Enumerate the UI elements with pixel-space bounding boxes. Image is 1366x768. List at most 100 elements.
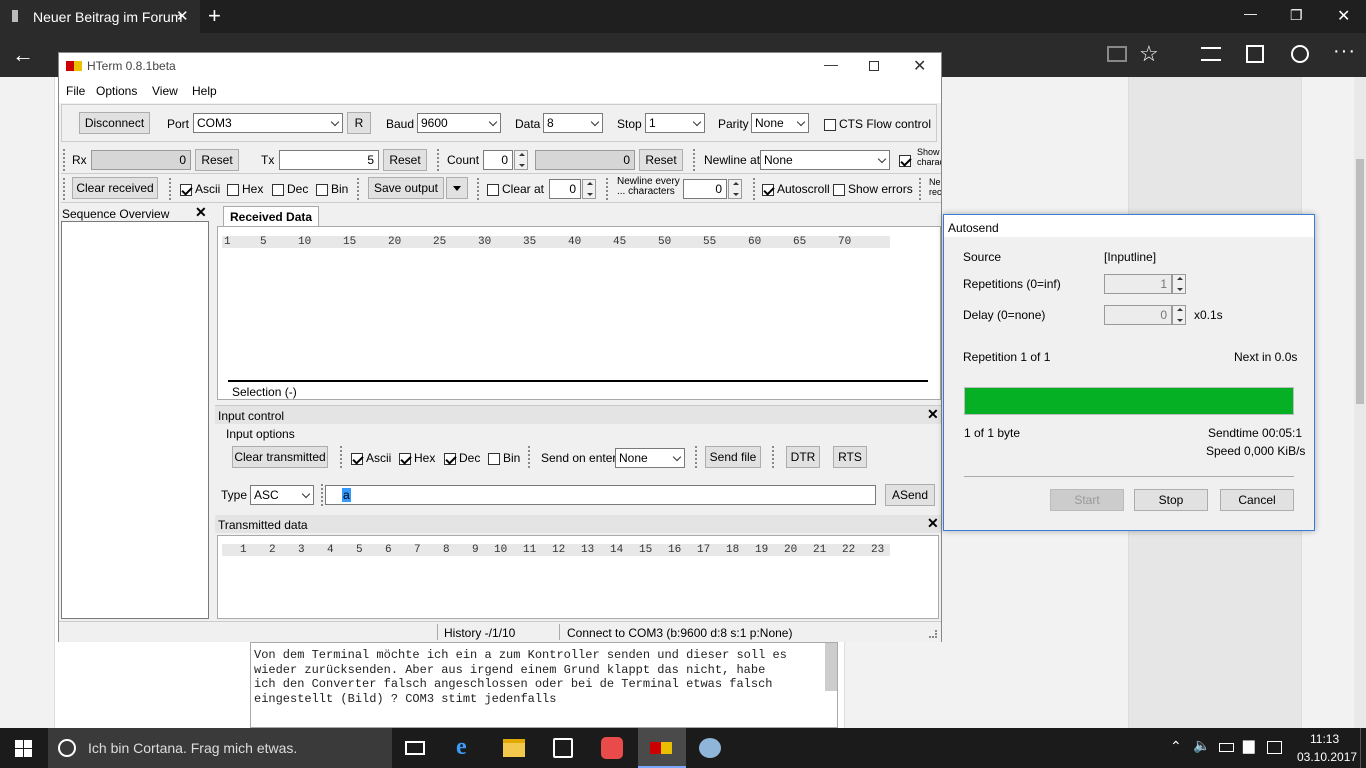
cortana-search-box[interactable]: Ich bin Cortana. Frag mich etwas.: [48, 728, 392, 768]
tab-close-icon[interactable]: ✕: [176, 7, 189, 25]
received-data-tab[interactable]: Received Data: [223, 206, 319, 226]
toolbar-grip[interactable]: [528, 446, 532, 468]
refresh-ports-button[interactable]: R: [347, 112, 371, 134]
new-tab-icon[interactable]: +: [208, 3, 221, 29]
toolbar-grip[interactable]: [606, 178, 610, 200]
repetitions-input[interactable]: 1: [1104, 274, 1172, 294]
back-arrow-icon[interactable]: ←: [12, 44, 34, 66]
minimize-icon[interactable]: —: [1244, 6, 1257, 21]
start-button[interactable]: Start: [1050, 489, 1124, 511]
hterm-maximize-icon[interactable]: [869, 61, 879, 71]
input-dec-checkbox[interactable]: Dec: [444, 450, 480, 466]
taskbar-hterm-active[interactable]: [638, 728, 686, 768]
clear-at-input[interactable]: 0: [549, 179, 581, 199]
toolbar-grip[interactable]: [772, 446, 776, 468]
sequence-close-icon[interactable]: ✕: [195, 204, 207, 221]
toolbar-grip[interactable]: [919, 178, 923, 200]
resize-grip-icon[interactable]: [929, 630, 937, 638]
input-bin-checkbox[interactable]: Bin: [488, 450, 520, 466]
toolbar-grip[interactable]: [695, 446, 699, 468]
asend-button[interactable]: ASend: [885, 484, 935, 506]
sequence-list[interactable]: [61, 221, 209, 619]
start-button-icon[interactable]: [15, 740, 32, 757]
newline-at-select[interactable]: None: [760, 150, 890, 170]
received-data-area[interactable]: 1 5 10 15 20 25 30 35 40 45 50 55 60 65 …: [217, 226, 941, 400]
volume-icon[interactable]: 🔈: [1193, 737, 1210, 754]
show-chars-checkbox[interactable]: [899, 152, 914, 168]
menu-view[interactable]: View: [152, 84, 178, 98]
clock-time[interactable]: 11:13: [1310, 732, 1339, 746]
transmitted-data-area[interactable]: 1 2 3 4 5 6 7 8 9 10 11 12 13 14 15 16 1…: [217, 535, 939, 619]
clock-date[interactable]: 03.10.2017: [1297, 750, 1357, 764]
toolbar-grip[interactable]: [753, 178, 757, 200]
more-icon[interactable]: ···: [1333, 40, 1356, 63]
rx-reset-button[interactable]: Reset: [195, 149, 239, 171]
battery-icon[interactable]: [1219, 743, 1234, 752]
explorer-icon[interactable]: [503, 739, 525, 757]
cancel-button[interactable]: Cancel: [1220, 489, 1294, 511]
toolbar-grip[interactable]: [437, 149, 441, 171]
dtr-button[interactable]: DTR: [786, 446, 820, 468]
clear-received-button[interactable]: Clear received: [72, 177, 158, 199]
clear-transmitted-button[interactable]: Clear transmitted: [232, 446, 328, 468]
send-file-button[interactable]: Send file: [705, 446, 761, 468]
menu-file[interactable]: File: [66, 84, 85, 98]
notifications-icon[interactable]: [1267, 741, 1282, 754]
hterm-close-icon[interactable]: ✕: [913, 56, 926, 76]
toolbar-grip[interactable]: [357, 178, 361, 200]
cts-checkbox[interactable]: CTS Flow control: [824, 116, 931, 132]
menu-help[interactable]: Help: [192, 84, 217, 98]
count-spinner[interactable]: [514, 150, 528, 170]
type-select[interactable]: ASC: [250, 485, 314, 505]
baud-select[interactable]: 9600: [417, 113, 501, 133]
input-hex-checkbox[interactable]: Hex: [399, 450, 435, 466]
toolbar-grip[interactable]: [693, 149, 697, 171]
edge-icon[interactable]: e: [456, 734, 467, 761]
clear-at-spinner[interactable]: [582, 179, 596, 199]
repetitions-spinner[interactable]: [1172, 274, 1186, 294]
stop-select[interactable]: 1: [645, 113, 705, 133]
input-control-close-icon[interactable]: ✕: [927, 406, 939, 423]
transmitted-close-icon[interactable]: ✕: [927, 515, 939, 532]
toolbar-grip[interactable]: [477, 178, 481, 200]
stop-button[interactable]: Stop: [1134, 489, 1208, 511]
menu-options[interactable]: Options: [96, 84, 137, 98]
delay-input[interactable]: 0: [1104, 305, 1172, 325]
hterm-minimize-icon[interactable]: —: [824, 56, 838, 72]
port-select[interactable]: COM3: [193, 113, 343, 133]
note-icon[interactable]: [1246, 45, 1264, 63]
toolbar-grip[interactable]: [63, 178, 67, 200]
recv-dec-checkbox[interactable]: Dec: [272, 181, 308, 197]
send-input[interactable]: a: [325, 485, 876, 505]
toolbar-grip[interactable]: [340, 446, 344, 468]
forum-textarea-scrollbar[interactable]: [825, 643, 837, 691]
parity-select[interactable]: None: [751, 113, 809, 133]
recv-bin-checkbox[interactable]: Bin: [316, 181, 348, 197]
tx-reset-button[interactable]: Reset: [383, 149, 427, 171]
restore-icon[interactable]: ❐: [1290, 7, 1303, 24]
newline-every-spinner[interactable]: [728, 179, 742, 199]
task-view-icon[interactable]: [405, 741, 425, 755]
tray-chevron-icon[interactable]: ⌃: [1170, 738, 1182, 755]
count-reset-button[interactable]: Reset: [639, 149, 683, 171]
count-input[interactable]: 0: [483, 150, 513, 170]
paint-icon[interactable]: [699, 738, 721, 758]
save-output-button[interactable]: Save output: [368, 177, 444, 199]
hub-icon[interactable]: [1201, 47, 1221, 61]
recv-ascii-checkbox[interactable]: Ascii: [180, 181, 220, 197]
forum-textarea[interactable]: Von dem Terminal möchte ich ein a zum Ko…: [250, 642, 838, 728]
input-ascii-checkbox[interactable]: Ascii: [351, 450, 391, 466]
recv-hex-checkbox[interactable]: Hex: [227, 181, 263, 197]
rts-button[interactable]: RTS: [833, 446, 867, 468]
delay-spinner[interactable]: [1172, 305, 1186, 325]
reading-view-icon[interactable]: [1107, 46, 1127, 62]
newline-every-input[interactable]: 0: [683, 179, 727, 199]
clear-at-checkbox[interactable]: Clear at: [487, 181, 544, 197]
favorite-star-icon[interactable]: ☆: [1139, 41, 1159, 67]
data-select[interactable]: 8: [543, 113, 603, 133]
autoscroll-checkbox[interactable]: Autoscroll: [762, 181, 830, 197]
send-on-enter-select[interactable]: None: [615, 448, 685, 468]
page-scrollbar[interactable]: [1354, 77, 1366, 728]
disconnect-button[interactable]: Disconnect: [79, 112, 150, 134]
network-icon[interactable]: ▆: [1243, 736, 1255, 754]
